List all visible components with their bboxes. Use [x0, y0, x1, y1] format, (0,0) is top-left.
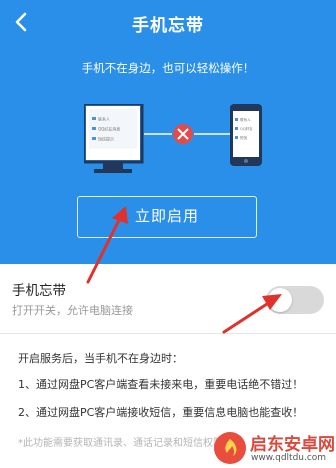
- phone-line-2: QQ好友: [240, 126, 253, 131]
- description-item-1: 1、通过网盘PC客户端查看未接来电，重要电话绝不错过！: [18, 378, 304, 391]
- site-watermark: 启东安卓网 www.qdltdu.com: [214, 428, 336, 468]
- setting-description: 打开开关，允许电脑连接: [12, 304, 133, 317]
- hero-section: 手机不在身边，也可以轻松操作！ 联系人 QQ好友消息 短信提示 联系人 QQ好友…: [0, 46, 336, 264]
- disconnected-x-icon: [173, 124, 193, 144]
- watermark-name: 启东安卓网: [250, 435, 335, 455]
- pc-line-1: 联系人: [98, 116, 110, 122]
- phone-line-3: 短信: [240, 135, 248, 140]
- phone-home-button: [244, 159, 248, 163]
- header-bar: 手机忘带: [0, 0, 336, 46]
- phone-line-1: 联系人: [240, 117, 251, 122]
- enable-now-button[interactable]: 立即启用: [77, 196, 257, 238]
- pc-line-2: QQ好友消息: [98, 126, 120, 132]
- description-item-2: 2、通过网盘PC客户端接收短信，重要信息电脑也能查收！: [18, 406, 304, 419]
- page-title: 手机忘带: [132, 16, 204, 36]
- enable-toggle-switch[interactable]: [266, 286, 324, 314]
- watermark-url: www.qdltdu.com: [251, 453, 327, 463]
- phone-forgotten-setting-row: 手机忘带 打开开关，允许电脑连接: [0, 264, 336, 334]
- toggle-knob: [268, 288, 292, 312]
- monitor-base: [94, 169, 132, 173]
- setting-title: 手机忘带: [12, 283, 66, 299]
- pc-phone-illustration: 联系人 QQ好友消息 短信提示 联系人 QQ好友 短信: [84, 104, 262, 173]
- permission-note: *此功能需要获取通讯录、通话记录和短信权限: [18, 438, 223, 449]
- monitor-stand: [103, 162, 123, 170]
- pc-line-3: 短信提示: [98, 136, 114, 142]
- watermark-logo-icon: [214, 432, 246, 464]
- description-intro: 开启服务后，当手机不在身边时：: [18, 352, 183, 365]
- hero-subtitle: 手机不在身边，也可以轻松操作！: [81, 61, 255, 75]
